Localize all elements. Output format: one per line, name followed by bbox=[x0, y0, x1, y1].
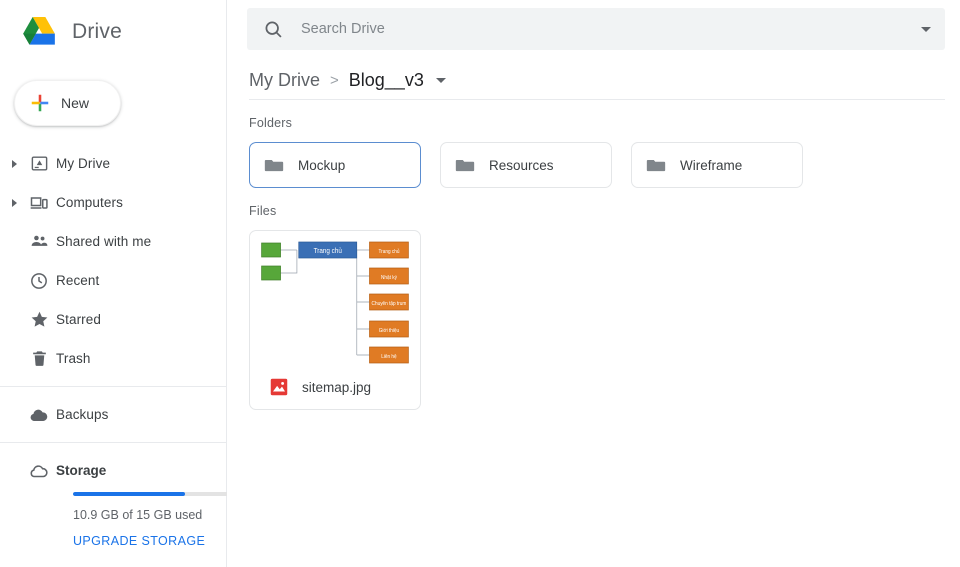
chevron-down-icon[interactable] bbox=[435, 77, 446, 83]
sidebar: Drive New My Drive Computers Shared with… bbox=[0, 0, 228, 567]
trash-icon bbox=[22, 349, 56, 368]
folders-grid: Mockup Resources Wireframe bbox=[227, 130, 960, 188]
sidebar-item-backups[interactable]: Backups bbox=[0, 395, 226, 434]
sidebar-item-label: Starred bbox=[56, 312, 101, 327]
new-button-label: New bbox=[61, 95, 90, 111]
folder-name: Mockup bbox=[298, 157, 346, 173]
search-input[interactable] bbox=[301, 21, 921, 37]
storage-usage-text: 10.9 GB of 15 GB used bbox=[73, 508, 203, 522]
expand-arrow-icon[interactable] bbox=[6, 198, 22, 207]
file-meta: sitemap.jpg bbox=[250, 365, 420, 409]
sitemap-diagram: Trang chủ Trang chủ Nhật ký Chuyên tập tru… bbox=[261, 241, 409, 364]
sidebar-item-shared-with-me[interactable]: Shared with me bbox=[0, 222, 226, 261]
folder-card-mockup[interactable]: Mockup bbox=[249, 142, 421, 188]
sidebar-item-computers[interactable]: Computers bbox=[0, 183, 226, 222]
search-area bbox=[227, 0, 960, 50]
files-section-title: Files bbox=[249, 204, 277, 218]
plus-icon bbox=[31, 94, 49, 112]
sidebar-item-label: My Drive bbox=[56, 156, 111, 171]
file-thumbnail: Trang chủ Trang chủ Nhật ký Chuyên tập tru… bbox=[257, 237, 413, 365]
cloud-filled-icon bbox=[22, 404, 56, 426]
folder-name: Wireframe bbox=[680, 157, 743, 173]
file-card-sitemap[interactable]: Trang chủ Trang chủ Nhật ký Chuyên tập tru… bbox=[249, 230, 421, 410]
files-grid: Trang chủ Trang chủ Nhật ký Chuyên tập tru… bbox=[227, 218, 960, 410]
search-icon bbox=[263, 19, 285, 40]
drive-app: Drive New My Drive Computers Shared with… bbox=[0, 0, 960, 567]
folder-icon bbox=[632, 154, 680, 176]
computers-icon bbox=[22, 193, 56, 213]
folder-card-wireframe[interactable]: Wireframe bbox=[631, 142, 803, 188]
search-bar[interactable] bbox=[247, 8, 945, 50]
people-icon bbox=[22, 231, 56, 252]
brand-header[interactable]: Drive bbox=[0, 4, 226, 60]
drive-triangle-logo bbox=[23, 16, 55, 45]
storage-progress-bar bbox=[73, 492, 228, 496]
sidebar-item-label: Recent bbox=[56, 273, 100, 288]
sidebar-item-trash[interactable]: Trash bbox=[0, 339, 226, 378]
expand-arrow-icon[interactable] bbox=[6, 159, 22, 168]
my-drive-icon bbox=[22, 154, 56, 173]
breadcrumb-current[interactable]: Blog__v3 bbox=[349, 70, 424, 91]
svg-text:Nhật ký: Nhật ký bbox=[381, 275, 397, 281]
main-content: My Drive > Blog__v3 Folders Mockup bbox=[227, 0, 960, 567]
cloud-outline-icon bbox=[22, 460, 56, 482]
brand-name: Drive bbox=[72, 20, 123, 43]
sidebar-item-label: Backups bbox=[56, 407, 109, 422]
folder-name: Resources bbox=[489, 157, 554, 173]
folders-section-title: Folders bbox=[249, 116, 293, 130]
svg-text:Trang chủ: Trang chủ bbox=[378, 248, 399, 255]
sidebar-item-recent[interactable]: Recent bbox=[0, 261, 226, 300]
storage-section: Storage 10.9 GB of 15 GB used UPGRADE ST… bbox=[0, 451, 228, 550]
sidebar-divider-2 bbox=[0, 442, 226, 443]
star-icon bbox=[22, 309, 56, 330]
breadcrumb-separator: > bbox=[330, 71, 339, 89]
sidebar-item-label: Shared with me bbox=[56, 234, 152, 249]
storage-header[interactable]: Storage bbox=[6, 451, 226, 490]
sidebar-item-starred[interactable]: Starred bbox=[0, 300, 226, 339]
sidebar-nav: My Drive Computers Shared with me Recent… bbox=[0, 144, 228, 550]
sidebar-item-label: Computers bbox=[56, 195, 123, 210]
sidebar-item-my-drive[interactable]: My Drive bbox=[0, 144, 226, 183]
sidebar-item-label: Trash bbox=[56, 351, 91, 366]
file-name: sitemap.jpg bbox=[302, 379, 372, 395]
sidebar-divider-1 bbox=[0, 386, 226, 387]
breadcrumb: My Drive > Blog__v3 bbox=[227, 50, 960, 90]
folder-icon bbox=[250, 154, 298, 176]
new-button[interactable]: New bbox=[14, 80, 121, 126]
folder-icon bbox=[441, 154, 489, 176]
clock-icon bbox=[22, 271, 56, 291]
svg-text:Liên hệ: Liên hệ bbox=[381, 354, 397, 360]
svg-text:Giới thiệu: Giới thiệu bbox=[379, 328, 400, 334]
image-file-icon bbox=[270, 378, 288, 396]
svg-text:Trang chủ: Trang chủ bbox=[314, 247, 343, 255]
chevron-down-icon[interactable] bbox=[921, 26, 931, 32]
svg-text:Chuyên tập trum: Chuyên tập trum bbox=[372, 301, 407, 307]
folder-card-resources[interactable]: Resources bbox=[440, 142, 612, 188]
upgrade-storage-link[interactable]: UPGRADE STORAGE bbox=[73, 534, 205, 548]
storage-progress-fill bbox=[73, 492, 185, 496]
storage-label: Storage bbox=[56, 463, 107, 478]
breadcrumb-root[interactable]: My Drive bbox=[249, 70, 320, 91]
